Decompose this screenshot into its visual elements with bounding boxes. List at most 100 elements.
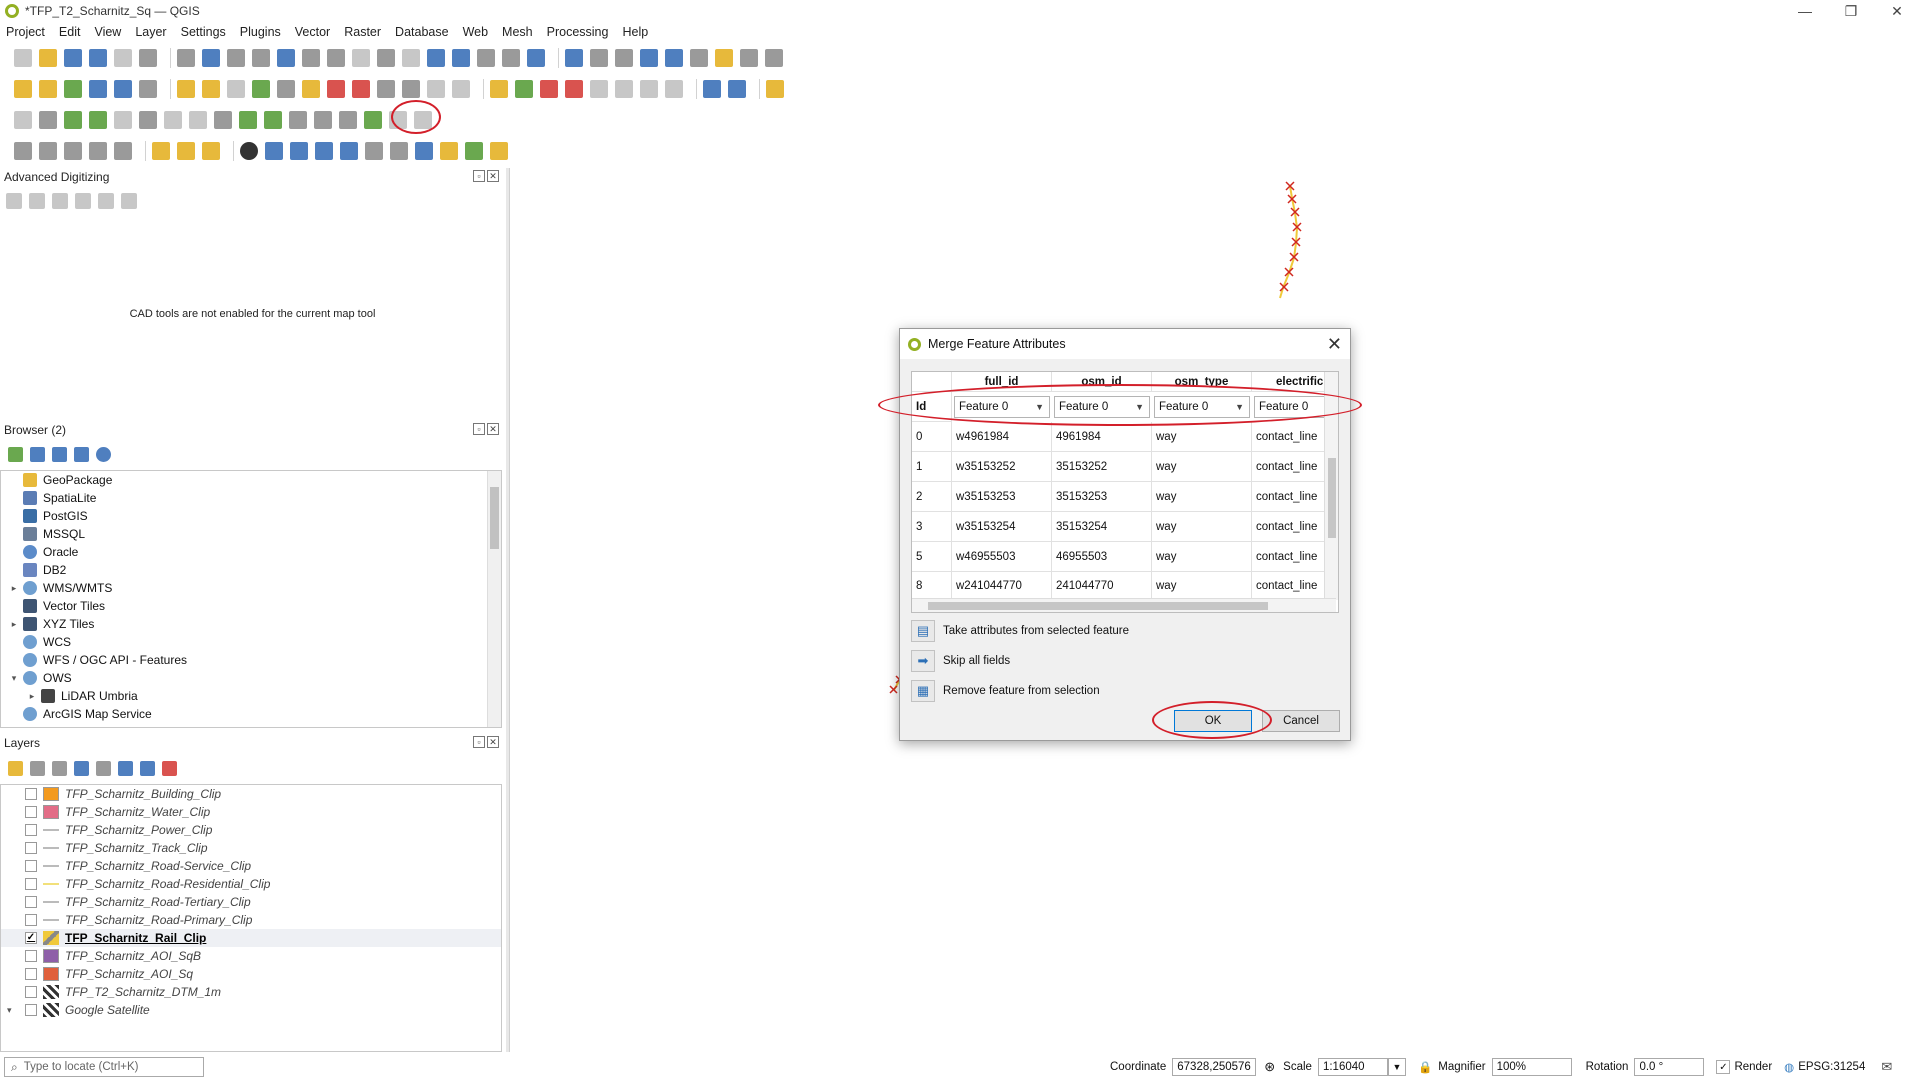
column-header-full-id[interactable]: full_id: [952, 372, 1052, 392]
layer-visibility-checkbox[interactable]: [25, 1004, 37, 1016]
row-id[interactable]: 0: [912, 422, 952, 452]
zoom-in-icon[interactable]: [227, 49, 245, 67]
toggle-extents-icon[interactable]: ⊛: [1264, 1059, 1275, 1075]
layer-visibility-checkbox[interactable]: [25, 968, 37, 980]
cell-osm-id[interactable]: 35153254: [1052, 512, 1152, 542]
browser-tree[interactable]: GeoPackage SpatiaLite PostGIS MSSQL Orac…: [0, 470, 502, 728]
georeferencer-icon[interactable]: [465, 142, 483, 160]
coordinate-field[interactable]: 67328,250576: [1172, 1058, 1257, 1076]
self-snapping-icon[interactable]: [415, 142, 433, 160]
float-panel-icon[interactable]: ▫: [473, 736, 485, 748]
layer-visibility-checkbox[interactable]: [25, 806, 37, 818]
layer-aoi-sqb[interactable]: TFP_Scharnitz_AOI_SqB: [1, 947, 501, 965]
trim-extend-icon[interactable]: [414, 111, 432, 129]
show-hide-labels-icon[interactable]: [540, 80, 558, 98]
cell-osm-type[interactable]: way: [1152, 482, 1252, 512]
vertex-tools-icon[interactable]: [39, 111, 57, 129]
python-console-icon[interactable]: [766, 80, 784, 98]
label-property-icon[interactable]: [640, 80, 658, 98]
layer-dtm-1m[interactable]: TFP_T2_Scharnitz_DTM_1m: [1, 983, 501, 1001]
add-layer-icon[interactable]: [14, 80, 32, 98]
filter-legend-icon[interactable]: [74, 760, 89, 776]
close-panel-icon[interactable]: ✕: [487, 170, 499, 182]
lock-icon[interactable]: 🔒: [1418, 1060, 1432, 1074]
browser-item-wcs[interactable]: WCS: [9, 633, 71, 651]
layer-power-clip[interactable]: TFP_Scharnitz_Power_Clip: [1, 821, 501, 839]
menu-project[interactable]: Project: [6, 25, 45, 39]
layer-visibility-checkbox[interactable]: [25, 788, 37, 800]
info-icon[interactable]: [96, 446, 111, 462]
vertex-tool-icon[interactable]: [277, 80, 295, 98]
regular-polygon-icon[interactable]: [114, 142, 132, 160]
cell-osm-id[interactable]: 35153252: [1052, 452, 1152, 482]
scrollbar-thumb[interactable]: [928, 602, 1268, 610]
select-by-value-icon[interactable]: [177, 142, 195, 160]
merge-attributes-table[interactable]: full_id osm_id osm_type electrific Id Fe…: [911, 371, 1339, 613]
add-database-icon[interactable]: [114, 80, 132, 98]
cell-full-id[interactable]: w46955503: [952, 542, 1052, 572]
layer-road-service-clip[interactable]: TFP_Scharnitz_Road-Service_Clip: [1, 857, 501, 875]
snap-intersection-icon[interactable]: [390, 142, 408, 160]
close-panel-icon[interactable]: ✕: [487, 423, 499, 435]
pin-labels-icon[interactable]: [515, 80, 533, 98]
filter-browser-icon[interactable]: [52, 446, 67, 462]
open-project-icon[interactable]: [39, 49, 57, 67]
show-bookmarks-icon[interactable]: [477, 49, 495, 67]
rotate-label-icon[interactable]: [590, 80, 608, 98]
table-vertical-scrollbar[interactable]: [1324, 372, 1338, 600]
text-annotation-icon[interactable]: [765, 49, 783, 67]
close-window-button[interactable]: ✕: [1874, 0, 1920, 22]
column-header-electrified[interactable]: electrific: [1252, 372, 1326, 392]
layer-google-satellite[interactable]: ▾ Google Satellite: [1, 1001, 501, 1019]
cell-osm-id[interactable]: 4961984: [1052, 422, 1152, 452]
layer-visibility-checkbox[interactable]: [25, 842, 37, 854]
remove-feature-icon[interactable]: ▦: [911, 680, 935, 702]
cell-full-id[interactable]: w35153254: [952, 512, 1052, 542]
cell-electrified[interactable]: contact_line: [1252, 452, 1326, 482]
digitize-icon[interactable]: [252, 80, 270, 98]
merge-attributes-icon[interactable]: [289, 111, 307, 129]
cell-electrified[interactable]: contact_line: [1252, 482, 1326, 512]
collapse-all-layers-icon[interactable]: [140, 760, 155, 776]
cell-electrified[interactable]: contact_line: [1252, 422, 1326, 452]
layer-visibility-checkbox[interactable]: ✓: [25, 932, 37, 944]
messages-icon[interactable]: ✉: [1881, 1059, 1892, 1075]
expand-arrow-icon[interactable]: ▸: [27, 691, 37, 702]
cell-osm-type[interactable]: way: [1152, 542, 1252, 572]
osm-id-merge-selector[interactable]: Feature 0 ▼: [1054, 396, 1150, 418]
select-features-icon[interactable]: [152, 142, 170, 160]
float-panel-icon[interactable]: ▫: [473, 170, 485, 182]
menu-processing[interactable]: Processing: [547, 25, 609, 39]
circle-tool-icon[interactable]: [240, 142, 258, 160]
rotation-field[interactable]: 0.0 °: [1634, 1058, 1705, 1076]
browser-item-wfs[interactable]: WFS / OGC API - Features: [9, 651, 187, 669]
collapse-all-icon[interactable]: [74, 446, 89, 462]
remove-feature-action[interactable]: ▦ Remove feature from selection: [911, 679, 1100, 703]
delete-selected-icon[interactable]: [327, 80, 345, 98]
table-horizontal-scrollbar[interactable]: [912, 598, 1336, 612]
layer-road-residential-clip[interactable]: TFP_Scharnitz_Road-Residential_Clip: [1, 875, 501, 893]
browser-item-ows[interactable]: ▾ OWS: [9, 669, 72, 687]
rotate-feature-icon[interactable]: [314, 111, 332, 129]
cad-perpendicular-icon[interactable]: [75, 193, 91, 209]
browser-item-spatialite[interactable]: SpatiaLite: [9, 489, 96, 507]
float-panel-icon[interactable]: ▫: [473, 423, 485, 435]
zoom-next-icon[interactable]: [402, 49, 420, 67]
add-geopackage-icon[interactable]: [39, 80, 57, 98]
arrow-right-icon[interactable]: ➡: [911, 650, 935, 672]
crs-globe-icon[interactable]: ◍: [1784, 1060, 1794, 1074]
row-id[interactable]: 3: [912, 512, 952, 542]
pan-icon[interactable]: [177, 49, 195, 67]
add-raster-icon[interactable]: [89, 80, 107, 98]
cell-full-id[interactable]: w35153253: [952, 482, 1052, 512]
layer-aoi-sq[interactable]: TFP_Scharnitz_AOI_Sq: [1, 965, 501, 983]
menu-vector[interactable]: Vector: [295, 25, 330, 39]
label-tool-icon[interactable]: [490, 80, 508, 98]
add-part-icon[interactable]: [89, 111, 107, 129]
menu-view[interactable]: View: [94, 25, 121, 39]
split-features-icon[interactable]: [239, 111, 257, 129]
layer-road-primary-clip[interactable]: TFP_Scharnitz_Road-Primary_Clip: [1, 911, 501, 929]
ok-button[interactable]: OK: [1174, 710, 1252, 732]
row-id[interactable]: 5: [912, 542, 952, 572]
browser-item-arcgis-map-service[interactable]: ArcGIS Map Service: [9, 705, 152, 723]
